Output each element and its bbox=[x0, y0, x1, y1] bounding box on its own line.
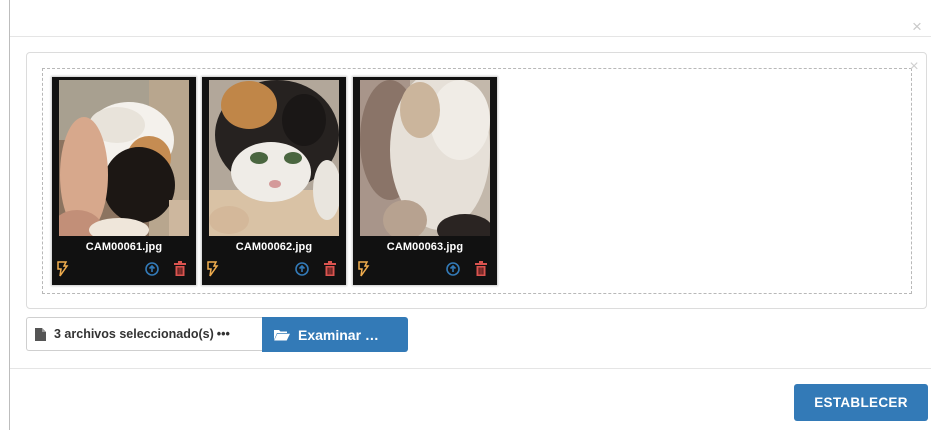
folder-open-icon bbox=[274, 328, 290, 341]
header-divider bbox=[10, 36, 931, 37]
file-name: CAM00062.jpg bbox=[235, 241, 313, 253]
file-name: CAM00063.jpg bbox=[386, 241, 464, 253]
file-icon bbox=[35, 327, 46, 341]
zoom-icon[interactable] bbox=[55, 261, 69, 277]
upload-icon[interactable] bbox=[145, 262, 159, 276]
trash-icon[interactable] bbox=[475, 261, 487, 277]
file-caption-ellipsis: ••• bbox=[216, 327, 230, 341]
file-preview-frame: CAM00063.jpg bbox=[353, 77, 497, 285]
upload-icon[interactable] bbox=[295, 262, 309, 276]
file-actions bbox=[52, 261, 196, 277]
image-thumbnail bbox=[209, 80, 339, 236]
file-actions bbox=[202, 261, 346, 277]
file-preview-frame: CAM00061.jpg bbox=[52, 77, 196, 285]
zoom-icon[interactable] bbox=[205, 261, 219, 277]
trash-icon[interactable] bbox=[324, 261, 336, 277]
file-caption-text: 3 archivos seleccionado(s) bbox=[54, 327, 214, 341]
submit-button[interactable]: ESTABLECER bbox=[794, 384, 928, 421]
image-thumbnail bbox=[59, 80, 189, 236]
file-name: CAM00061.jpg bbox=[85, 241, 163, 253]
trash-icon[interactable] bbox=[174, 261, 186, 277]
file-caption-field[interactable]: 3 archivos seleccionado(s) ••• bbox=[26, 317, 263, 351]
modal-left-edge bbox=[9, 0, 10, 430]
browse-button[interactable]: Examinar … bbox=[262, 317, 408, 352]
browse-button-label: Examinar … bbox=[298, 326, 379, 343]
clear-previews-icon[interactable]: × bbox=[907, 59, 921, 75]
modal-close-icon[interactable]: × bbox=[909, 18, 925, 35]
zoom-icon[interactable] bbox=[356, 261, 370, 277]
upload-icon[interactable] bbox=[446, 262, 460, 276]
file-preview-frame: CAM00062.jpg bbox=[202, 77, 346, 285]
footer-divider bbox=[10, 368, 931, 369]
file-actions bbox=[353, 261, 497, 277]
image-thumbnail bbox=[360, 80, 490, 236]
upload-modal: × × CAM00061.jpg CAM00062.jpg CAM00063.j… bbox=[0, 0, 931, 430]
